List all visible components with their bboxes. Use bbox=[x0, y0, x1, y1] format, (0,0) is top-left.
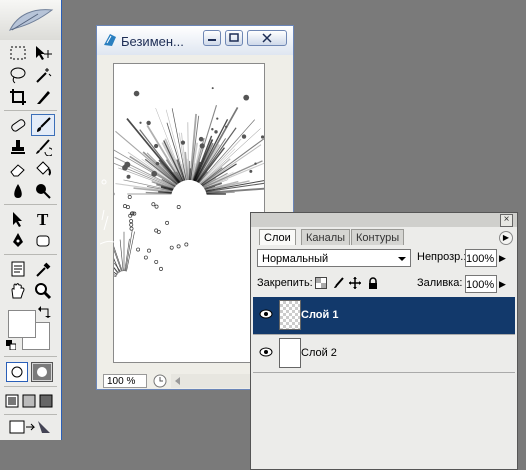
paint-bucket-tool-icon[interactable] bbox=[31, 158, 55, 180]
artwork-overflow bbox=[100, 179, 114, 245]
lock-position-icon[interactable] bbox=[349, 277, 361, 289]
foreground-color-swatch[interactable] bbox=[8, 310, 36, 338]
lock-pixels-icon[interactable] bbox=[333, 277, 345, 289]
tab-layers[interactable]: Слои bbox=[259, 229, 296, 245]
status-info-icon[interactable] bbox=[153, 374, 167, 388]
close-button[interactable] bbox=[247, 30, 287, 46]
panel-menu-icon[interactable]: ▶ bbox=[499, 231, 513, 245]
document-title: Безимен... bbox=[121, 34, 184, 49]
path-select-tool-icon[interactable] bbox=[6, 208, 30, 230]
healing-brush-tool-icon[interactable] bbox=[6, 114, 30, 136]
blend-mode-select[interactable]: Нормальный bbox=[257, 249, 411, 267]
maximize-button[interactable] bbox=[225, 30, 243, 46]
slice-tool-icon[interactable] bbox=[31, 86, 55, 108]
move-tool-icon[interactable] bbox=[31, 42, 55, 64]
fill-label: Заливка: bbox=[417, 277, 463, 289]
quick-mask-mode-button[interactable] bbox=[31, 362, 53, 382]
tab-paths[interactable]: Контуры bbox=[351, 229, 405, 245]
minimize-icon bbox=[208, 39, 216, 41]
brush-tool-icon[interactable] bbox=[31, 114, 55, 136]
default-colors-icon[interactable] bbox=[6, 340, 16, 350]
lock-transparency-icon[interactable] bbox=[315, 277, 327, 289]
tab-channels[interactable]: Каналы bbox=[301, 229, 351, 245]
eraser-tool-icon[interactable] bbox=[6, 158, 30, 180]
document-canvas[interactable] bbox=[113, 63, 265, 363]
feather-icon bbox=[9, 9, 54, 31]
photoshop-document-icon bbox=[104, 34, 116, 46]
screen-mode-standard-icon[interactable] bbox=[4, 390, 20, 412]
layer-thumbnail bbox=[279, 338, 301, 368]
type-tool-icon[interactable]: T bbox=[31, 208, 55, 230]
eyedropper-tool-icon[interactable] bbox=[31, 258, 55, 280]
close-icon bbox=[262, 33, 272, 43]
notes-tool-icon[interactable] bbox=[6, 258, 30, 280]
blur-tool-icon[interactable] bbox=[6, 180, 30, 202]
toolbox: T bbox=[0, 0, 62, 440]
hand-tool-icon[interactable] bbox=[6, 280, 30, 302]
layers-panel-titlebar[interactable] bbox=[251, 213, 517, 227]
pen-tool-icon[interactable] bbox=[6, 230, 30, 252]
document-titlebar[interactable]: Безимен... bbox=[97, 26, 293, 55]
swap-colors-icon[interactable] bbox=[38, 306, 52, 318]
maximize-icon bbox=[229, 33, 239, 42]
history-brush-tool-icon[interactable] bbox=[31, 136, 55, 158]
zoom-level-field[interactable]: 100 % bbox=[103, 374, 147, 388]
layer-row[interactable]: Слой 1 bbox=[253, 297, 515, 335]
rect-marquee-tool-icon[interactable] bbox=[6, 42, 30, 64]
magic-wand-tool-icon[interactable] bbox=[31, 64, 55, 86]
dodge-tool-icon[interactable] bbox=[31, 180, 55, 202]
eye-icon[interactable] bbox=[259, 347, 273, 357]
layer-thumbnail bbox=[279, 300, 301, 330]
zoom-tool-icon[interactable] bbox=[31, 280, 55, 302]
eye-icon[interactable] bbox=[259, 309, 273, 319]
crop-tool-icon[interactable] bbox=[6, 86, 30, 108]
panel-close-icon[interactable]: × bbox=[500, 214, 513, 227]
lock-all-icon[interactable] bbox=[367, 277, 379, 289]
clone-stamp-tool-icon[interactable] bbox=[6, 136, 30, 158]
chevron-down-icon bbox=[398, 257, 406, 261]
minimize-button[interactable] bbox=[203, 30, 221, 46]
layers-panel: × Слои Каналы Контуры ▶ Нормальный Непро… bbox=[250, 212, 518, 470]
layer-name: Слой 2 bbox=[301, 347, 337, 359]
opacity-field[interactable]: 100% bbox=[465, 249, 497, 267]
opacity-slider-arrow-icon[interactable]: ▶ bbox=[499, 253, 506, 264]
layer-row[interactable]: Слой 2 bbox=[253, 335, 515, 373]
screen-mode-full-icon[interactable] bbox=[38, 390, 54, 412]
scroll-left-icon[interactable] bbox=[175, 377, 181, 385]
blend-mode-value: Нормальный bbox=[262, 253, 329, 265]
shape-tool-icon[interactable] bbox=[31, 230, 55, 252]
fill-field[interactable]: 100% bbox=[465, 275, 497, 293]
lasso-tool-icon[interactable] bbox=[6, 64, 30, 86]
toolbox-header[interactable] bbox=[0, 0, 61, 40]
starburst-artwork bbox=[114, 87, 264, 277]
jump-to-imageready-icon[interactable] bbox=[6, 416, 54, 438]
svg-text:T: T bbox=[37, 210, 49, 228]
opacity-label: Непрозр.: bbox=[417, 251, 467, 263]
standard-mode-button[interactable] bbox=[6, 362, 28, 382]
screen-mode-menubar-icon[interactable] bbox=[21, 390, 37, 412]
fill-slider-arrow-icon[interactable]: ▶ bbox=[499, 279, 506, 290]
layer-name: Слой 1 bbox=[301, 309, 339, 321]
lock-label: Закрепить: bbox=[257, 277, 313, 289]
